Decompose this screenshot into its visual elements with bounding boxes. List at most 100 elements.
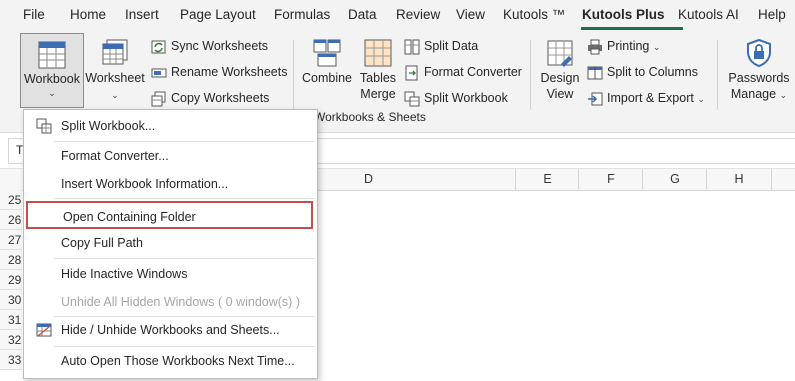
menu-item-hide-unhide-workbooks-and-sheets[interactable]: Hide / Unhide Workbooks and Sheets... [24, 317, 317, 343]
menu-item-label: Hide / Unhide Workbooks and Sheets... [61, 323, 280, 337]
split-workbook-icon [404, 91, 420, 107]
row-header[interactable]: 25 [0, 190, 22, 210]
workbook-icon [38, 41, 66, 69]
row-header[interactable]: 30 [0, 290, 22, 310]
format-converter-label: Format Converter [424, 65, 522, 79]
printer-icon [588, 39, 602, 55]
tables-merge-label-1: Tables [359, 71, 397, 85]
tab-file[interactable]: File [23, 7, 45, 22]
workbook-label: Workbook [23, 72, 81, 86]
split-data-button[interactable]: Split Data [404, 37, 478, 55]
chevron-down-icon: ⌄ [652, 42, 661, 52]
menu-item-label: Insert Workbook Information... [61, 177, 229, 191]
combine-icon [313, 39, 341, 67]
ribbon-separator [530, 40, 531, 110]
worksheet-button[interactable]: Worksheet ⌄ [84, 38, 146, 103]
menu-item-insert-workbook-information[interactable]: Insert Workbook Information... [24, 171, 317, 197]
ribbon-group-label: Workbooks & Sheets [314, 110, 426, 124]
design-view-label-2: View [546, 87, 574, 101]
chevron-down-icon: ⌄ [779, 90, 788, 100]
split-to-columns-label: Split to Columns [607, 65, 699, 79]
chevron-down-icon: ⌄ [111, 90, 119, 100]
workbook-dropdown-menu: Split Workbook... Format Converter... In… [23, 109, 318, 379]
copy-worksheets-label: Copy Worksheets [171, 91, 270, 105]
split-workbook-button[interactable]: Split Workbook [404, 89, 508, 107]
copy-worksheets-icon [151, 91, 166, 107]
design-view-label-1: Design [540, 71, 580, 85]
menu-item-auto-open-workbooks[interactable]: Auto Open Those Workbooks Next Time... [24, 348, 317, 374]
sync-worksheets-icon [151, 40, 166, 54]
column-header-g[interactable]: G [642, 169, 707, 190]
hide-unhide-icon [36, 323, 52, 337]
tab-help[interactable]: Help [758, 7, 786, 22]
split-data-label: Split Data [424, 39, 479, 53]
rename-worksheets-label: Rename Worksheets [171, 65, 288, 79]
split-to-columns-button[interactable]: Split to Columns [587, 63, 698, 81]
tables-merge-icon [364, 39, 392, 67]
menu-item-label: Split Workbook... [61, 119, 156, 133]
row-header[interactable]: 27 [0, 230, 22, 250]
split-workbook-label: Split Workbook [424, 91, 508, 105]
ribbon-tab-bar: File Home Insert Page Layout Formulas Da… [0, 0, 795, 30]
import-export-icon [588, 92, 603, 106]
worksheet-label: Worksheet [85, 71, 145, 85]
design-view-button[interactable]: Design View [537, 38, 583, 102]
ribbon-separator [293, 40, 294, 110]
row-header[interactable]: 32 [0, 330, 22, 350]
rename-worksheets-button[interactable]: Rename Worksheets [151, 63, 288, 81]
column-header-e[interactable]: E [515, 169, 579, 190]
rename-worksheets-icon [151, 68, 167, 78]
passwords-manage-button[interactable]: Passwords Manage ⌄ [724, 38, 794, 103]
menu-item-copy-full-path[interactable]: Copy Full Path [24, 230, 317, 256]
tab-kutools-plus[interactable]: Kutools Plus [582, 7, 665, 22]
tab-view[interactable]: View [456, 7, 485, 22]
menu-separator [54, 258, 315, 259]
design-view-icon [547, 40, 573, 67]
split-to-columns-icon [587, 66, 603, 80]
row-header[interactable]: 31 [0, 310, 22, 330]
row-header[interactable]: 33 [0, 350, 22, 370]
column-header-h[interactable]: H [706, 169, 772, 190]
menu-item-format-converter[interactable]: Format Converter... [24, 143, 317, 169]
tab-home[interactable]: Home [70, 7, 106, 22]
combine-button[interactable]: Combine [299, 38, 355, 86]
menu-item-label: Open Containing Folder [63, 210, 196, 224]
row-header[interactable]: 29 [0, 270, 22, 290]
workbook-button[interactable]: Workbook ⌄ [20, 33, 84, 108]
menu-separator [54, 141, 315, 142]
chevron-down-icon: ⌄ [697, 94, 705, 104]
format-converter-icon [405, 65, 418, 81]
sync-worksheets-label: Sync Worksheets [171, 39, 269, 53]
tab-review[interactable]: Review [396, 7, 440, 22]
tab-data[interactable]: Data [348, 7, 377, 22]
row-header[interactable]: 28 [0, 250, 22, 270]
split-data-icon [404, 39, 420, 55]
tab-formulas[interactable]: Formulas [274, 7, 330, 22]
tab-kutools-ai[interactable]: Kutools AI [678, 7, 739, 22]
menu-item-hide-inactive-windows[interactable]: Hide Inactive Windows [24, 261, 317, 287]
menu-separator [54, 346, 315, 347]
combine-label: Combine [301, 71, 353, 85]
menu-item-label: Auto Open Those Workbooks Next Time... [61, 354, 295, 368]
shield-lock-icon [747, 38, 771, 68]
tab-page-layout[interactable]: Page Layout [180, 7, 256, 22]
row-header[interactable]: 26 [0, 210, 22, 230]
copy-worksheets-button[interactable]: Copy Worksheets [151, 89, 269, 107]
worksheet-icon [102, 39, 128, 65]
sync-worksheets-button[interactable]: Sync Worksheets [151, 37, 268, 55]
column-header-f[interactable]: F [578, 169, 643, 190]
tab-kutools[interactable]: Kutools ™ [503, 7, 565, 22]
menu-item-label: Copy Full Path [61, 236, 143, 250]
printing-label: Printing [607, 39, 650, 53]
ribbon-separator [717, 40, 718, 110]
format-converter-button[interactable]: Format Converter [404, 63, 522, 81]
import-export-button[interactable]: Import & Export ⌄ [587, 89, 705, 107]
tables-merge-label-2: Merge [360, 87, 396, 101]
menu-item-unhide-all-hidden-windows: Unhide All Hidden Windows ( 0 window(s) … [24, 289, 317, 315]
menu-item-label: Format Converter... [61, 149, 169, 163]
printing-button[interactable]: Printing ⌄ [587, 37, 660, 55]
tab-insert[interactable]: Insert [125, 7, 159, 22]
menu-item-open-containing-folder[interactable]: Open Containing Folder [26, 201, 313, 229]
tables-merge-button[interactable]: Tables Merge [356, 38, 400, 102]
menu-item-split-workbook[interactable]: Split Workbook... [24, 113, 317, 139]
